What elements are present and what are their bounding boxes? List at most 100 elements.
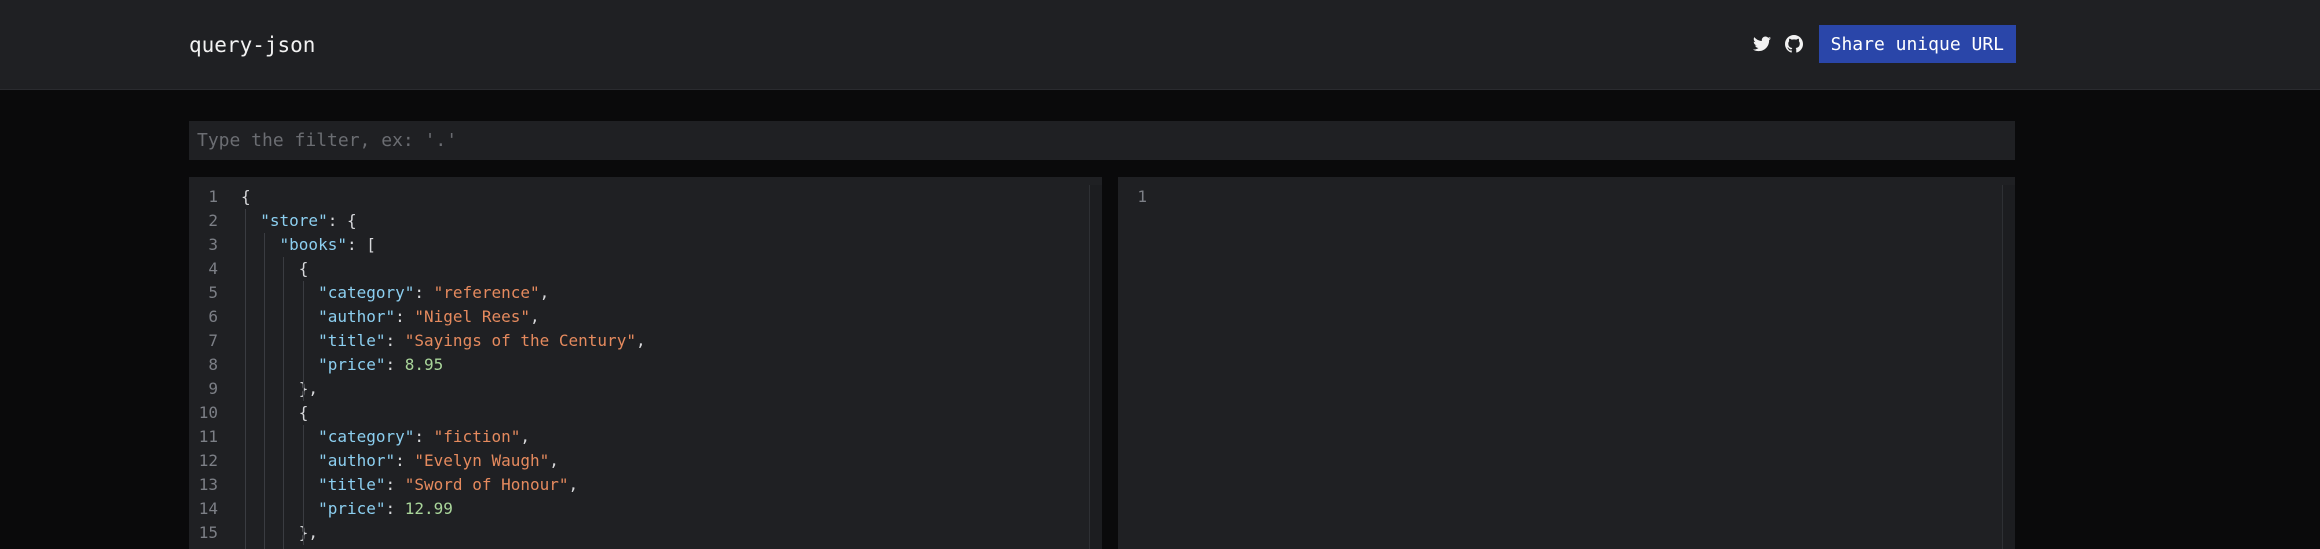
code-line: 2 "store": { bbox=[189, 209, 1102, 233]
code-text: "author": "Nigel Rees", bbox=[241, 305, 540, 329]
code-token: : bbox=[385, 355, 405, 374]
code-token: { bbox=[241, 403, 309, 422]
code-token: "category" bbox=[318, 427, 415, 446]
line-number: 13 bbox=[198, 475, 218, 494]
app-title[interactable]: query-json bbox=[189, 30, 315, 60]
header-actions: Share unique URL bbox=[1749, 25, 2016, 63]
json-input-editor[interactable]: 1{2 "store": {3 "books": [4 {5 "category… bbox=[189, 177, 1102, 549]
code-token: : bbox=[395, 451, 415, 470]
indent-guide bbox=[302, 281, 304, 401]
code-line: 7 "title": "Sayings of the Century", bbox=[189, 329, 1102, 353]
line-number: 3 bbox=[208, 235, 218, 254]
code-text: "category": "reference", bbox=[241, 281, 549, 305]
code-token: , bbox=[520, 427, 530, 446]
code-token: : bbox=[414, 427, 434, 446]
code-token: "author" bbox=[318, 307, 396, 326]
code-token: : bbox=[385, 475, 405, 494]
code-token: : bbox=[385, 331, 405, 350]
code-token: : [ bbox=[346, 235, 376, 254]
line-number: 11 bbox=[198, 427, 218, 446]
code-text: "price": 12.99 bbox=[241, 497, 453, 521]
line-number: 9 bbox=[208, 379, 218, 398]
code-token: , bbox=[539, 283, 550, 302]
code-token: , bbox=[529, 307, 540, 326]
line-number: 6 bbox=[208, 307, 218, 326]
code-text: "books": [ bbox=[241, 233, 376, 257]
code-line: 8 "price": 8.95 bbox=[189, 353, 1102, 377]
line-number: 15 bbox=[198, 523, 218, 542]
code-token: { bbox=[241, 187, 251, 206]
code-token: "fiction" bbox=[433, 427, 521, 446]
line-number: 8 bbox=[208, 355, 218, 374]
code-line: 10 { bbox=[189, 401, 1102, 425]
code-text: "store": { bbox=[241, 209, 357, 233]
code-line: 6 "author": "Nigel Rees", bbox=[189, 305, 1102, 329]
code-token: , bbox=[635, 331, 646, 350]
share-url-button[interactable]: Share unique URL bbox=[1818, 25, 2016, 63]
code-line: 13 "title": "Sword of Honour", bbox=[189, 473, 1102, 497]
code-token: "store" bbox=[260, 211, 328, 230]
code-token: "author" bbox=[318, 451, 396, 470]
github-link[interactable] bbox=[1781, 31, 1807, 57]
line-number: 10 bbox=[198, 403, 218, 422]
code-text: }, bbox=[241, 521, 318, 545]
code-text: { bbox=[241, 185, 251, 209]
code-token: : { bbox=[327, 211, 357, 230]
twitter-link[interactable] bbox=[1749, 31, 1775, 57]
code-line: 12 "author": "Evelyn Waugh", bbox=[189, 449, 1102, 473]
code-line: 1 bbox=[1118, 185, 2015, 209]
code-line: 11 "category": "fiction", bbox=[189, 425, 1102, 449]
line-number: 14 bbox=[198, 499, 218, 518]
code-token: "reference" bbox=[433, 283, 540, 302]
code-text: { bbox=[241, 257, 309, 281]
code-token: : bbox=[385, 499, 405, 518]
code-token: "title" bbox=[318, 331, 386, 350]
code-line: 3 "books": [ bbox=[189, 233, 1102, 257]
code-line: 9 }, bbox=[189, 377, 1102, 401]
code-token: "title" bbox=[318, 475, 386, 494]
code-token: }, bbox=[241, 523, 319, 542]
line-number: 1 bbox=[1137, 187, 1147, 206]
code-token: "Nigel Rees" bbox=[414, 307, 530, 326]
code-line: 14 "price": 12.99 bbox=[189, 497, 1102, 521]
json-output-editor[interactable]: 1 bbox=[1118, 177, 2015, 549]
code-token: "Sword of Honour" bbox=[404, 475, 569, 494]
indent-guide bbox=[264, 233, 266, 549]
code-line: 4 { bbox=[189, 257, 1102, 281]
code-token: : bbox=[395, 307, 415, 326]
output-scrollbar[interactable] bbox=[2002, 185, 2015, 549]
code-token: 12.99 bbox=[404, 499, 453, 518]
code-token: { bbox=[241, 259, 309, 278]
code-token: , bbox=[568, 475, 579, 494]
github-icon bbox=[1784, 35, 1803, 53]
line-number: 1 bbox=[208, 187, 218, 206]
code-text: }, bbox=[241, 377, 318, 401]
code-token: "price" bbox=[318, 499, 386, 518]
code-token: "books" bbox=[279, 235, 347, 254]
line-number: 4 bbox=[208, 259, 218, 278]
code-text: "title": "Sword of Honour", bbox=[241, 473, 578, 497]
code-token: , bbox=[549, 451, 559, 470]
code-line: 15 }, bbox=[189, 521, 1102, 545]
line-number: 7 bbox=[208, 331, 218, 350]
twitter-icon bbox=[1752, 36, 1771, 52]
indent-guide bbox=[302, 425, 304, 545]
line-number: 5 bbox=[208, 283, 218, 302]
code-line: 5 "category": "reference", bbox=[189, 281, 1102, 305]
indent-guide bbox=[283, 257, 285, 549]
app-header: query-json Share unique URL bbox=[0, 0, 2320, 90]
filter-input[interactable] bbox=[189, 121, 2015, 160]
code-token: }, bbox=[241, 379, 319, 398]
line-number: 12 bbox=[198, 451, 218, 470]
line-number: 2 bbox=[208, 211, 218, 230]
code-token: 8.95 bbox=[404, 355, 444, 374]
code-text: "price": 8.95 bbox=[241, 353, 443, 377]
